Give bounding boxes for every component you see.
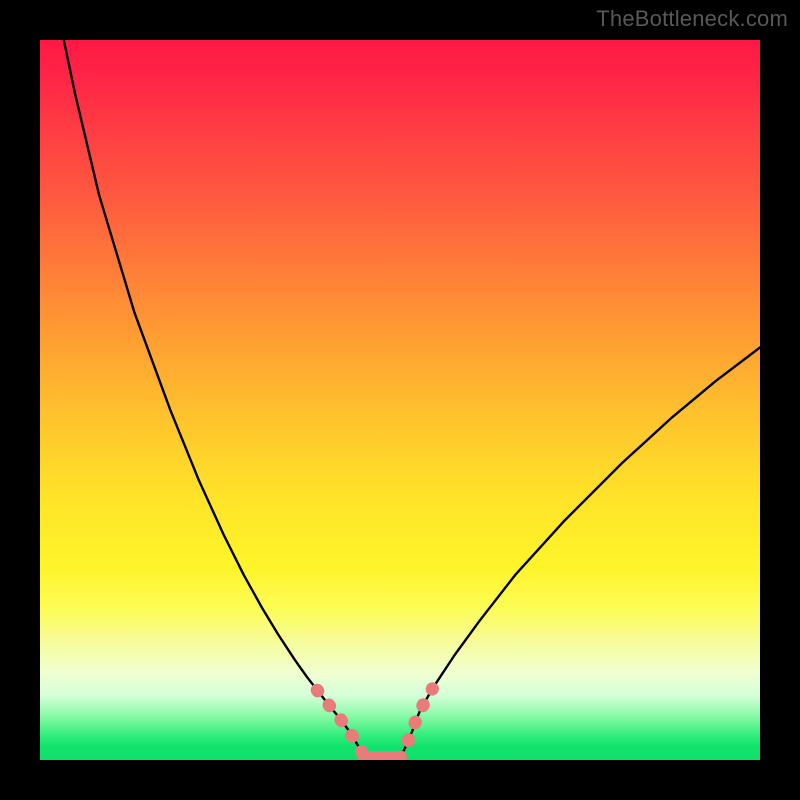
series-left-branch: [64, 40, 365, 758]
curve-layer: [40, 40, 760, 760]
plot-area: [40, 40, 760, 760]
series-highlight-overlay-left: [317, 690, 400, 758]
chart-frame: TheBottleneck.com: [0, 0, 800, 800]
series-right-branch: [400, 347, 760, 757]
watermark-text: TheBottleneck.com: [596, 6, 788, 32]
